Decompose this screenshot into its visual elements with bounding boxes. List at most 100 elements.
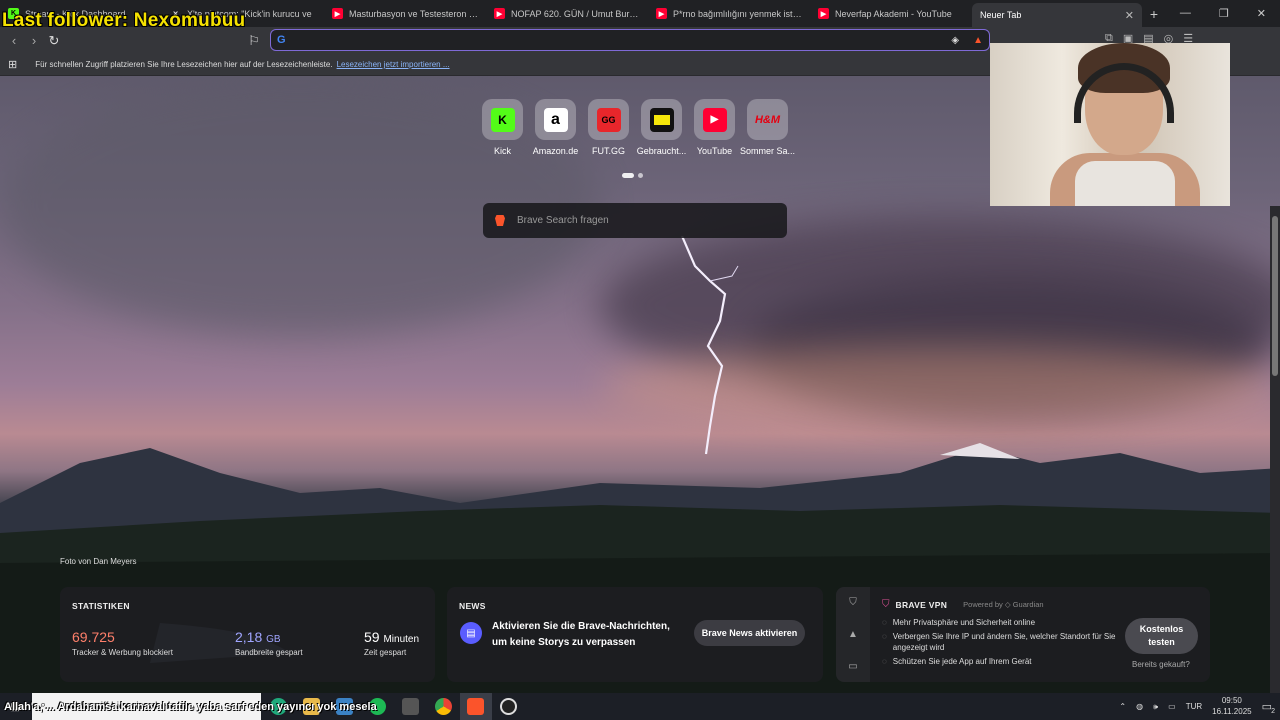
top-site-label: Kick <box>493 146 511 156</box>
youtube-icon: ▶ <box>494 8 505 19</box>
scroll-thumb[interactable] <box>1272 216 1278 376</box>
youtube-icon: ▶ <box>818 8 829 19</box>
shield-icon[interactable]: ⛉ <box>849 597 857 608</box>
apps-icon[interactable]: ⊞ <box>8 58 17 71</box>
vpn-trial-button[interactable]: Kostenlos testen <box>1125 618 1198 654</box>
youtube-icon: ▶ <box>332 8 343 19</box>
google-icon: G <box>277 34 286 46</box>
calculator-icon[interactable] <box>402 698 419 715</box>
tab-youtube-4[interactable]: ▶ Neverfap Akademi - YouTube <box>810 0 972 27</box>
chevron-up-icon[interactable]: ⌃ <box>1119 702 1126 711</box>
reload-icon[interactable]: ↻ <box>44 33 64 49</box>
brave-lion-icon <box>495 215 505 226</box>
vpn-triangle-icon[interactable]: ▲ <box>848 629 858 640</box>
pager-dot-active[interactable] <box>622 173 634 178</box>
top-site-label: Amazon.de <box>532 146 579 156</box>
widget-switcher: ⛉ ▲ ▭ <box>836 587 870 682</box>
top-sites: K Kick a Amazon.de GG FUT.GG Gebraucht..… <box>480 99 795 156</box>
hm-icon: H&M <box>754 113 781 126</box>
news-icon: ▤ <box>460 622 482 644</box>
battery-icon[interactable]: ▭ <box>1168 702 1176 711</box>
stat-time: 59 Minuten Zeit gespart <box>364 629 419 657</box>
minimize-icon[interactable]: — <box>1180 7 1191 20</box>
top-site-gebraucht[interactable]: Gebraucht... <box>637 99 686 156</box>
tab-youtube-1[interactable]: ▶ Masturbasyon ve Testesteron İlişkisi <box>324 0 486 27</box>
card-icon[interactable]: ▭ <box>848 661 857 672</box>
forward-icon[interactable]: › <box>24 33 44 48</box>
amazon-icon: a <box>543 107 568 132</box>
stat-bandwidth: 2,18 GB Bandbreite gespart <box>235 629 303 657</box>
news-text: Aktivieren Sie die Brave-Nachrichten, um… <box>492 621 670 648</box>
import-bookmarks-link[interactable]: Lesezeichen jetzt importieren ... <box>337 60 450 69</box>
lightning-bolt <box>680 236 739 455</box>
trackers-label: Tracker & Werbung blockiert <box>72 648 173 657</box>
top-site-kick[interactable]: K Kick <box>480 99 525 156</box>
brave-shields-icon[interactable]: ◈ <box>951 35 959 46</box>
top-site-hm[interactable]: H&M Sommer Sa... <box>740 99 795 156</box>
search-placeholder: Brave Search fragen <box>517 215 609 226</box>
brave-rewards-icon[interactable]: ▲ <box>973 35 983 46</box>
youtube-icon: ▶ <box>702 107 727 132</box>
brave-icon <box>467 698 484 715</box>
futgg-icon: GG <box>596 107 621 132</box>
news-card: NEWS ▤ Aktivieren Sie die Brave-Nachrich… <box>447 587 823 682</box>
bandwidth-value: 2,18 <box>235 629 263 645</box>
top-site-youtube[interactable]: ▶ YouTube <box>692 99 737 156</box>
vpn-features: ◌ Mehr Privatsphäre und Sicherheit online… <box>882 618 1122 668</box>
volume-icon[interactable]: 🕪 <box>1153 702 1158 712</box>
bandwidth-unit: GB <box>266 634 281 645</box>
top-site-label: Gebraucht... <box>636 146 687 156</box>
tab-youtube-2[interactable]: ▶ NOFAP 620. GÜN / Umut Bural - You <box>486 0 648 27</box>
network-icon[interactable]: ◍ <box>1136 702 1143 711</box>
vpn-feature: ◌ Schützen Sie jede App auf Ihrem Gerät <box>882 657 1032 667</box>
stats-card: STATISTIKEN 69.725 Tracker & Werbung blo… <box>60 587 435 682</box>
brave-taskbar-active[interactable] <box>460 693 492 720</box>
stream-ticker-overlay: Allah'a, ... Ardahamsa karnaval tatile y… <box>4 701 377 713</box>
top-site-futgg[interactable]: GG FUT.GG <box>586 99 631 156</box>
tab-label: Neuer Tab <box>980 10 1022 20</box>
check-icon: ◌ <box>882 618 887 627</box>
page-scrollbar[interactable] <box>1270 206 1280 693</box>
clock[interactable]: 09:50 16.11.2025 <box>1212 696 1251 717</box>
obs-icon[interactable] <box>500 698 517 715</box>
maximize-icon[interactable]: ❐ <box>1219 7 1229 20</box>
stats-title: STATISTIKEN <box>72 601 130 611</box>
vpn-powered: Powered by ◇ Guardian <box>963 600 1044 609</box>
vpn-feature: ◌ Mehr Privatsphäre und Sicherheit online <box>882 618 1036 627</box>
news-title: NEWS <box>459 601 486 611</box>
notification-icon[interactable]: ▭ 2 <box>1262 700 1275 715</box>
check-icon: ◌ <box>882 657 887 667</box>
window-controls: — ❐ ✕ <box>1180 7 1280 20</box>
top-site-amazon[interactable]: a Amazon.de <box>533 99 578 156</box>
tab-label: NOFAP 620. GÜN / Umut Bural - You <box>511 8 640 19</box>
stream-follower-overlay: Last follower: Nexomubuu <box>2 10 246 31</box>
kick-icon: K <box>490 107 515 132</box>
brave-search-box[interactable]: Brave Search fragen <box>483 203 787 238</box>
address-bar[interactable]: G ◈ ▲ <box>270 29 990 51</box>
already-bought-link[interactable]: Bereits gekauft? <box>1132 660 1190 669</box>
language-indicator[interactable]: TUR <box>1186 702 1202 711</box>
top-site-label: YouTube <box>696 146 733 156</box>
gebraucht-icon <box>649 107 674 132</box>
tab-new-tab[interactable]: Neuer Tab ✕ <box>972 3 1142 27</box>
back-icon[interactable]: ‹ <box>4 33 24 48</box>
chrome-icon[interactable] <box>435 698 452 715</box>
enable-news-button[interactable]: Brave News aktivieren <box>694 620 805 646</box>
bookmark-icon[interactable]: ⚐ <box>244 33 264 49</box>
tab-label: P*rno bağımlılığını yenmek ister mis <box>673 8 802 19</box>
webcam-overlay <box>990 43 1230 206</box>
tab-youtube-3[interactable]: ▶ P*rno bağımlılığını yenmek ister mis <box>648 0 810 27</box>
vpn-title: BRAVE VPN <box>895 599 948 610</box>
youtube-icon: ▶ <box>656 8 667 19</box>
check-icon: ◌ <box>882 632 887 642</box>
top-site-label: FUT.GG <box>592 146 625 156</box>
time-value: 59 <box>364 629 380 645</box>
close-icon[interactable]: ✕ <box>1125 9 1134 22</box>
time-label: Zeit gespart <box>364 648 407 657</box>
tab-label: Masturbasyon ve Testesteron İlişkisi <box>349 8 478 19</box>
trackers-value: 69.725 <box>72 629 115 645</box>
new-tab-button[interactable]: + <box>1142 6 1166 22</box>
close-window-icon[interactable]: ✕ <box>1257 7 1266 20</box>
photo-credit[interactable]: Foto von Dan Meyers <box>60 557 136 566</box>
pager-dot[interactable] <box>638 173 643 178</box>
